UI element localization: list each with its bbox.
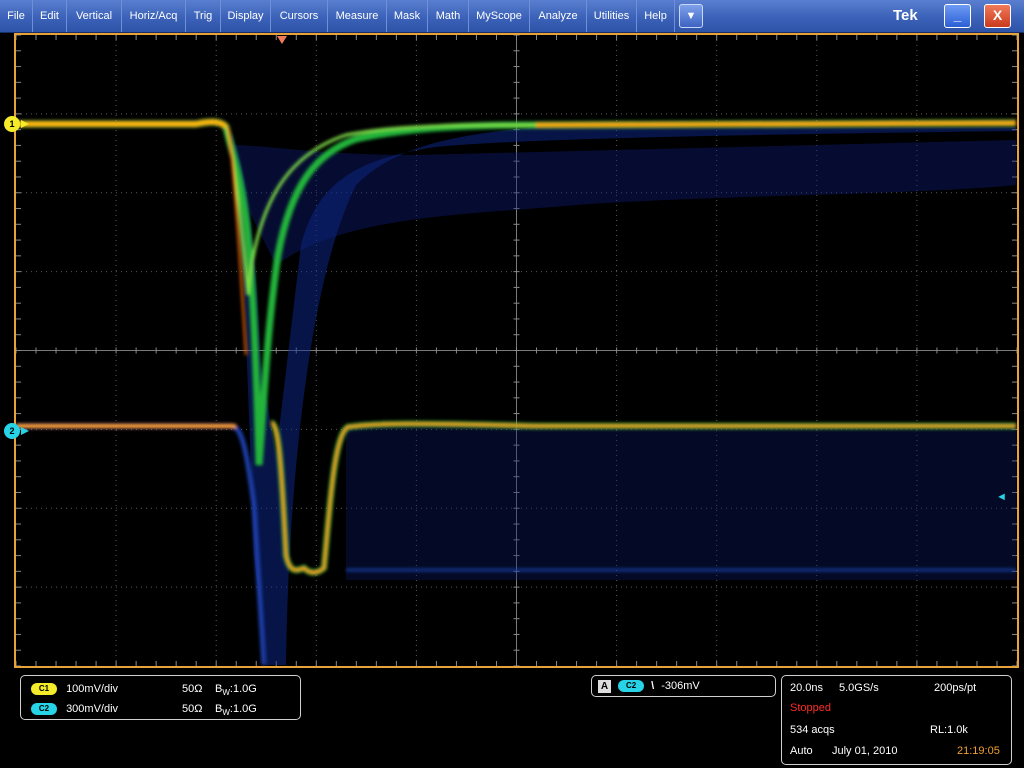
resolution: 200ps/pt	[934, 682, 977, 694]
trigger-mode: Auto	[790, 745, 813, 757]
record-length: RL:1.0k	[930, 724, 968, 736]
ch1-offset-marker[interactable]: 1	[4, 116, 20, 132]
menu-display[interactable]: Display	[221, 0, 271, 32]
ch1-bandwidth: BW:1.0G	[215, 683, 257, 698]
minimize-icon: _	[953, 7, 962, 23]
menu-utilities[interactable]: Utilities	[587, 0, 637, 32]
ch1-persistence-trace	[231, 127, 1016, 665]
chevron-down-icon: ▼	[685, 10, 697, 22]
acquisition-date: July 01, 2010	[832, 745, 898, 757]
waveform-graticule	[16, 35, 1017, 666]
trigger-source-badge: C2	[618, 680, 645, 693]
ch2-bandwidth: BW:1.0G	[215, 703, 257, 718]
menu-help[interactable]: Help	[637, 0, 675, 32]
menu-myscope[interactable]: MyScope	[469, 0, 530, 32]
ch2-scale: 300mV/div	[66, 703, 119, 715]
acquisition-count: 534 acqs	[790, 724, 835, 736]
ch1-badge: C1	[31, 683, 57, 696]
acquisition-state: Stopped	[790, 702, 831, 714]
trigger-mode-letter: A	[598, 679, 611, 693]
menu-math[interactable]: Math	[428, 0, 469, 32]
trigger-position-icon[interactable]	[277, 36, 287, 44]
menu-edit[interactable]: Edit	[33, 0, 67, 32]
menu-mask[interactable]: Mask	[387, 0, 428, 32]
ch2-readout-row[interactable]: C2 300mV/div	[31, 701, 118, 717]
tek-logo: Tek	[893, 7, 918, 24]
menu-vertical[interactable]: Vertical	[67, 0, 122, 32]
trigger-level: -306mV	[661, 680, 700, 692]
ch2-badge: C2	[31, 703, 57, 716]
menu-trig[interactable]: Trig	[186, 0, 221, 32]
ch1-impedance: 50Ω	[182, 683, 203, 695]
ch2-persistence-trace	[346, 423, 1016, 580]
ch1-readout-row[interactable]: C1 100mV/div	[31, 681, 118, 697]
ch1-marker-arrow-icon	[21, 120, 29, 128]
ch1-scale: 100mV/div	[66, 683, 119, 695]
menu-file[interactable]: File	[0, 0, 33, 32]
trigger-readout[interactable]: A C2 \ -306mV	[591, 675, 776, 697]
menu-analyze[interactable]: Analyze	[530, 0, 587, 32]
horizontal-readout[interactable]: 20.0ns 5.0GS/s 200ps/pt Stopped 534 acqs…	[781, 675, 1012, 765]
ch2-offset-marker[interactable]: 2	[4, 423, 20, 439]
vertical-readout[interactable]: C1 100mV/div 50Ω BW:1.0G C2 300mV/div 50…	[20, 675, 301, 720]
falling-edge-icon: \	[651, 680, 655, 692]
ch2-impedance: 50Ω	[182, 703, 203, 715]
minimize-button[interactable]: _	[944, 4, 971, 28]
acquisition-time: 21:19:05	[957, 745, 1000, 757]
menu-horiz-acq[interactable]: Horiz/Acq	[122, 0, 186, 32]
close-button[interactable]: X	[984, 4, 1011, 28]
menu-dropdown-button[interactable]: ▼	[679, 4, 703, 28]
sample-rate: 5.0GS/s	[839, 682, 879, 694]
trigger-level-arrow-icon[interactable]: ◄	[996, 491, 1007, 503]
menu-measure[interactable]: Measure	[328, 0, 387, 32]
menu-bar: File Edit Vertical Horiz/Acq Trig Displa…	[0, 0, 1024, 33]
ch2-marker-arrow-icon	[21, 427, 29, 435]
menu-cursors[interactable]: Cursors	[271, 0, 328, 32]
close-icon: X	[992, 7, 1003, 23]
time-per-div: 20.0ns	[790, 682, 824, 694]
